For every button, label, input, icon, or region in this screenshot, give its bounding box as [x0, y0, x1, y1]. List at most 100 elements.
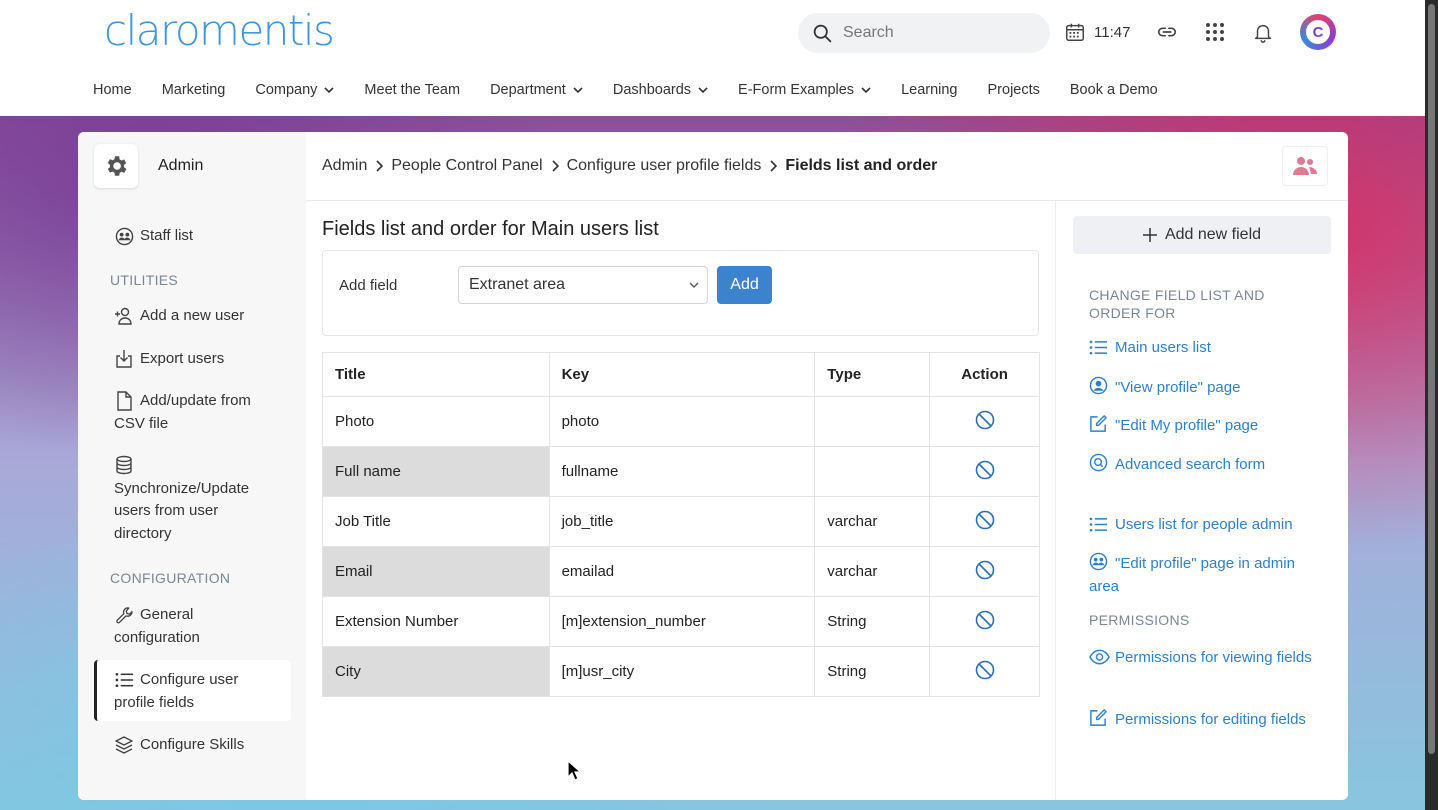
- nav-item-learning[interactable]: Learning: [901, 82, 957, 98]
- cell-key: [m]usr_city: [548, 646, 816, 697]
- disable-field-icon[interactable]: [975, 560, 995, 580]
- disable-field-icon[interactable]: [975, 410, 995, 430]
- link-icon[interactable]: [1155, 20, 1179, 44]
- column-header-title: Title: [322, 352, 550, 397]
- search-box[interactable]: [798, 13, 1050, 53]
- layers-icon: [114, 735, 134, 755]
- column-header-action: Action: [929, 352, 1040, 397]
- breadcrumb-configure-profile-fields[interactable]: Configure user profile fields: [567, 157, 762, 175]
- chevron-down-icon: [689, 282, 699, 288]
- cell-type: String: [814, 646, 931, 697]
- clock-time: 11:47: [1094, 24, 1131, 41]
- nav-item-label: Marketing: [161, 82, 226, 98]
- field-select[interactable]: Extranet area: [458, 266, 708, 304]
- apps-grid-icon[interactable]: [1203, 20, 1227, 44]
- sidebar-item-configure-skills[interactable]: Configure Skills: [114, 734, 244, 757]
- chevron-right-icon: [770, 160, 778, 172]
- cell-type: String: [814, 596, 931, 647]
- fields-table: Title Key Type Action Photo photo Full nam…: [322, 352, 1040, 697]
- disable-field-icon[interactable]: [975, 610, 995, 630]
- nav-item-company[interactable]: Company: [255, 82, 334, 98]
- header-divider: [306, 200, 1348, 201]
- nav-item-label: E-Form Examples: [738, 82, 855, 98]
- sidebar-item-general-config-line2[interactable]: configuration: [114, 627, 200, 650]
- cell-key: emailad: [548, 546, 816, 597]
- page-scrollbar[interactable]: [1425, 0, 1438, 810]
- people-menu-button[interactable]: [1282, 146, 1328, 186]
- calendar-icon[interactable]: [1063, 20, 1087, 44]
- nav-item-e-form-examples[interactable]: E-Form Examples: [738, 82, 871, 98]
- sidebar-item-general-config[interactable]: General: [114, 604, 193, 627]
- people-icon: [1293, 157, 1317, 175]
- nav-item-marketing[interactable]: Marketing: [162, 82, 226, 98]
- cell-type: [814, 446, 931, 497]
- sidebar-item-csv-line2[interactable]: CSV file: [114, 413, 168, 436]
- link-label: Permissions for editing fields: [1115, 711, 1306, 728]
- database-icon: [114, 455, 134, 475]
- logo[interactable]: claromentis: [104, 6, 335, 55]
- bell-icon[interactable]: [1251, 20, 1275, 44]
- page-title: Fields list and order for Main users lis…: [322, 218, 659, 240]
- link-label: Main users list: [1115, 339, 1211, 356]
- sidebar-item-csv[interactable]: Add/update from: [114, 390, 284, 413]
- link-view-profile-page[interactable]: "View profile" page: [1089, 376, 1325, 400]
- nav-item-projects[interactable]: Projects: [988, 82, 1040, 98]
- admin-sidebar: Admin Staff list UTILITIES Add a new use…: [78, 132, 306, 800]
- permissions-heading: PERMISSIONS: [1089, 612, 1190, 628]
- right-panel: Add new field CHANGE FIELD LIST AND ORDE…: [1073, 216, 1331, 728]
- sidebar-item-label: directory: [114, 525, 172, 542]
- cell-action: [929, 396, 1040, 447]
- user-avatar[interactable]: C: [1300, 14, 1336, 50]
- breadcrumb-admin[interactable]: Admin: [322, 157, 367, 175]
- link-main-users-list[interactable]: Main users list: [1089, 337, 1325, 360]
- sidebar-item-label: Add a new user: [140, 307, 245, 324]
- sidebar-item-label: General: [140, 606, 194, 623]
- sidebar-item-sync-line3[interactable]: directory: [114, 523, 172, 546]
- sidebar-item-label: profile fields: [114, 694, 195, 711]
- disable-field-icon[interactable]: [975, 510, 995, 530]
- sidebar-item-staff-list[interactable]: Staff list: [114, 225, 193, 248]
- search-input[interactable]: [843, 24, 1033, 42]
- nav-item-meet-the-team[interactable]: Meet the Team: [364, 82, 460, 98]
- link-label: Permissions for viewing fields: [1115, 649, 1312, 666]
- wrench-icon: [114, 605, 134, 625]
- sidebar-item-label: CSV file: [114, 415, 169, 432]
- add-button[interactable]: Add: [717, 266, 772, 304]
- nav-item-label: Dashboards: [612, 82, 692, 98]
- sidebar-item-label: Export users: [140, 350, 225, 367]
- add-new-field-button[interactable]: Add new field: [1073, 216, 1331, 254]
- list-icon: [1089, 517, 1109, 535]
- link-label: Users list for people admin: [1115, 516, 1293, 533]
- link-permissions-editing[interactable]: Permissions for editing fields: [1089, 708, 1325, 732]
- nav-item-department[interactable]: Department: [490, 82, 583, 98]
- sidebar-item-add-user[interactable]: Add a new user: [114, 305, 244, 328]
- sidebar-item-configure-profile-fields-line2[interactable]: profile fields: [114, 692, 194, 715]
- main-nav: Home Marketing Company Meet the Team Departm…: [93, 82, 1188, 98]
- scrollbar-thumb[interactable]: [1428, 4, 1435, 754]
- link-edit-profile-admin-area[interactable]: "Edit profile" page in admin area: [1089, 552, 1325, 598]
- disable-field-icon[interactable]: [975, 660, 995, 680]
- plus-icon: [1142, 228, 1157, 242]
- link-permissions-viewing[interactable]: Permissions for viewing fields: [1089, 647, 1325, 670]
- admin-card: Admin Staff list UTILITIES Add a new use…: [78, 132, 1348, 800]
- add-field-panel: Add field Extranet area Add: [322, 250, 1039, 336]
- sidebar-item-export-users[interactable]: Export users: [114, 348, 224, 371]
- nav-item-dashboards[interactable]: Dashboards: [613, 82, 708, 98]
- nav-item-book-a-demo[interactable]: Book a Demo: [1070, 82, 1158, 98]
- sidebar-section-utilities: UTILITIES: [110, 272, 179, 288]
- disable-field-icon[interactable]: [975, 460, 995, 480]
- field-select-value: Extranet area: [469, 276, 566, 293]
- link-users-list-people-admin[interactable]: Users list for people admin: [1089, 514, 1325, 537]
- add-field-label: Add field: [339, 277, 398, 294]
- user-circle-icon: [1089, 376, 1109, 395]
- nav-item-label: Department: [490, 82, 566, 98]
- cell-type: varchar: [814, 496, 931, 547]
- link-advanced-search-form[interactable]: Advanced search form: [1089, 453, 1325, 477]
- sidebar-item-sync-line2[interactable]: users from user: [114, 500, 218, 523]
- breadcrumb-people-control-panel[interactable]: People Control Panel: [391, 157, 542, 175]
- cell-action: [929, 446, 1040, 497]
- nav-item-home[interactable]: Home: [93, 82, 132, 98]
- sidebar-item-configure-profile-fields[interactable]: Configure user: [114, 669, 238, 692]
- sidebar-item-sync[interactable]: Synchronize/Update: [114, 478, 249, 501]
- link-edit-my-profile-page[interactable]: "Edit My profile" page: [1089, 414, 1325, 438]
